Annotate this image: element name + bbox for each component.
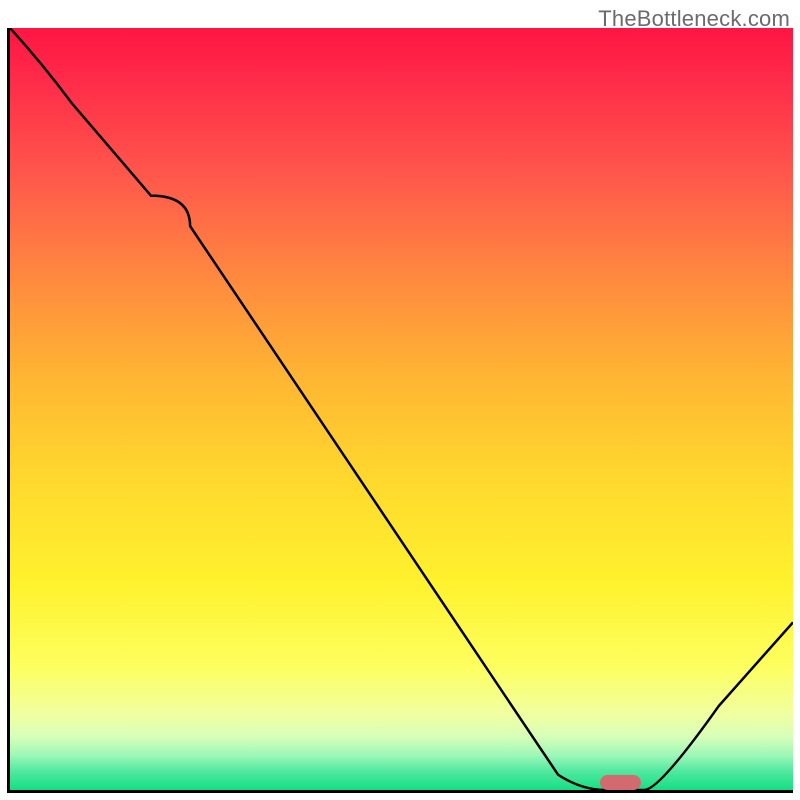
bottleneck-curve <box>10 28 793 790</box>
chart-container: TheBottleneck.com <box>0 0 800 800</box>
plot-frame <box>7 28 793 793</box>
optimal-point-marker <box>600 775 641 790</box>
watermark-text: TheBottleneck.com <box>598 6 790 32</box>
